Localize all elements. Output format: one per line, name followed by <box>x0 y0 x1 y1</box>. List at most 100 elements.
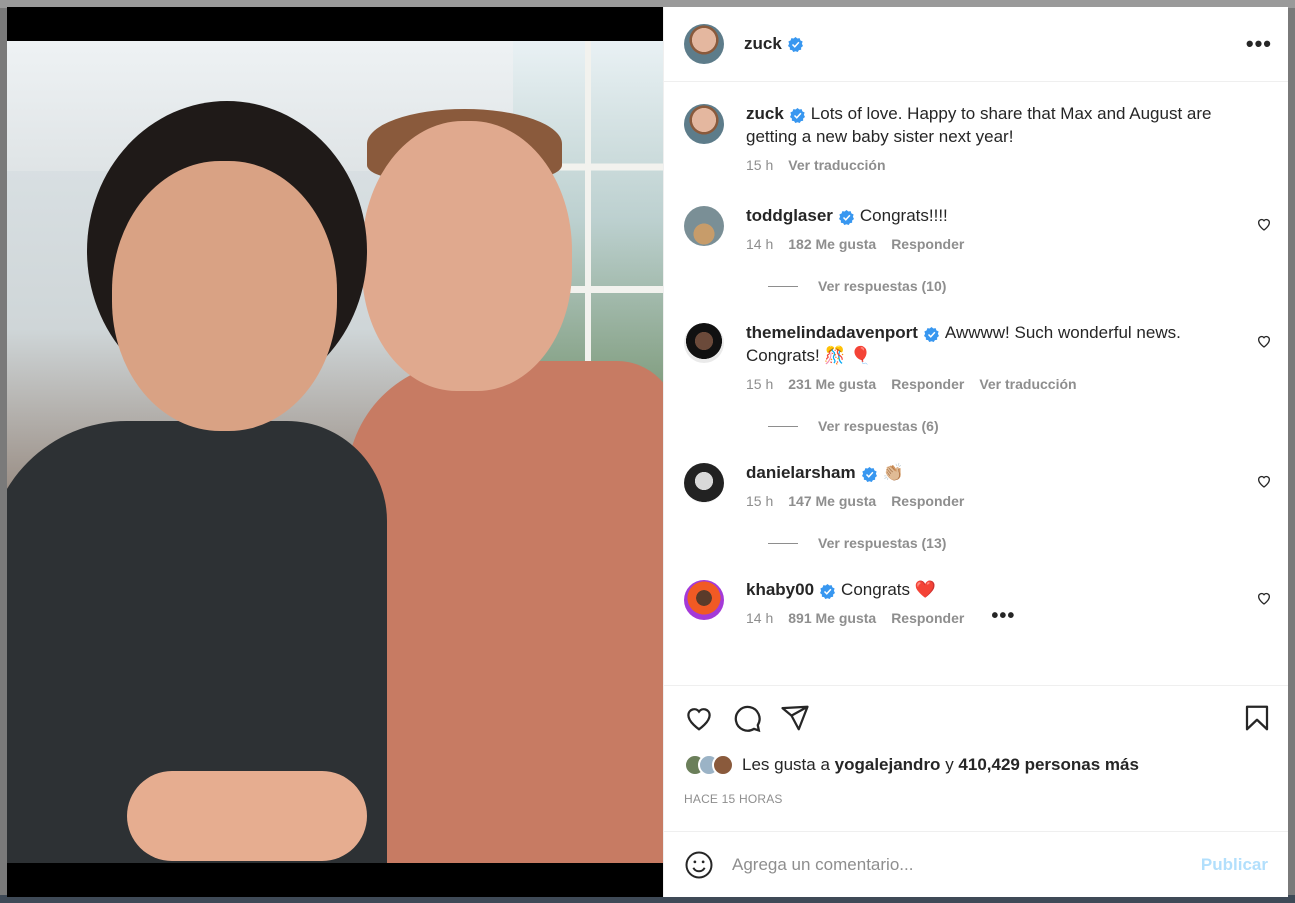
caption-text: Lots of love. Happy to share that Max an… <box>746 104 1212 146</box>
view-replies-button[interactable]: Ver respuestas (13) <box>768 535 1272 551</box>
view-replies-label: Ver respuestas (13) <box>818 535 947 551</box>
comment-meta: 14 h 182 Me gusta Responder <box>746 236 1242 252</box>
comment-meta: 14 h 891 Me gusta Responder ••• <box>746 606 1242 626</box>
replies-divider <box>768 285 798 287</box>
comment-meta: 15 h 147 Me gusta Responder <box>746 493 1242 509</box>
view-replies-button[interactable]: Ver respuestas (10) <box>768 278 1272 294</box>
verified-badge-icon <box>923 327 939 343</box>
liker-avatar <box>712 754 734 776</box>
caption-text-wrap: zuck Lots of love. Happy to share that Ma… <box>746 102 1242 148</box>
comment-like-heart-icon[interactable] <box>1256 473 1272 489</box>
photo-man-face <box>362 121 572 391</box>
comment-reply-button[interactable]: Responder <box>891 236 964 252</box>
comment-username[interactable]: themelindadavenport <box>746 323 918 342</box>
author-username[interactable]: zuck <box>744 34 782 54</box>
photo-hand <box>127 771 367 861</box>
caption-avatar[interactable] <box>684 104 724 144</box>
photo-woman-face <box>112 161 337 431</box>
likes-connector: y <box>945 755 954 774</box>
caption-row: zuck Lots of love. Happy to share that Ma… <box>684 102 1272 173</box>
comment-input[interactable] <box>732 854 1201 875</box>
verified-badge-icon <box>861 467 877 483</box>
emoji-icon[interactable] <box>684 850 714 880</box>
comment-username[interactable]: danielarsham <box>746 463 856 482</box>
comment-reply-button[interactable]: Responder <box>891 493 964 509</box>
post-header: zuck ••• <box>664 7 1288 82</box>
comment-text-wrap: khaby00 Congrats ❤️ <box>746 578 1242 601</box>
view-replies-label: Ver respuestas (6) <box>818 418 939 434</box>
caption-username[interactable]: zuck <box>746 104 784 123</box>
comment-row: toddglaser Congrats!!!! 14 h 182 Me gusta… <box>684 204 1272 252</box>
comment-like-heart-icon[interactable] <box>1256 333 1272 349</box>
melinda-avatar[interactable] <box>684 323 724 363</box>
comment-likes-link[interactable]: 891 Me gusta <box>788 610 876 626</box>
comment-time[interactable]: 14 h <box>746 236 773 252</box>
comment-row: themelindadavenport Awwww! Such wonderful… <box>684 321 1272 392</box>
likes-others[interactable]: 410,429 personas más <box>958 755 1139 775</box>
post-media <box>7 7 663 897</box>
heart-icon[interactable] <box>684 703 714 733</box>
comment-content: danielarsham 👏🏼 15 h 147 Me gusta Respond… <box>746 461 1272 509</box>
caption-meta: 15 h Ver traducción <box>746 157 1242 173</box>
comment-content: toddglaser Congrats!!!! 14 h 182 Me gusta… <box>746 204 1272 252</box>
comment-row: khaby00 Congrats ❤️ 14 h 891 Me gusta Res… <box>684 578 1272 626</box>
comment-likes-link[interactable]: 182 Me gusta <box>788 236 876 252</box>
post-modal: zuck ••• zuck Lots of love. Happy to shar… <box>7 7 1288 897</box>
view-replies-label: Ver respuestas (10) <box>818 278 947 294</box>
author-avatar[interactable] <box>684 24 724 64</box>
khaby-avatar[interactable] <box>684 580 724 620</box>
verified-badge-icon <box>789 108 805 124</box>
caption-content: zuck Lots of love. Happy to share that Ma… <box>746 102 1272 173</box>
post-timestamp[interactable]: HACE 15 HORAS <box>684 792 1272 806</box>
action-icons-bar <box>684 702 1272 734</box>
publish-button[interactable]: Publicar <box>1201 855 1268 875</box>
verified-badge-icon <box>787 36 803 52</box>
comment-reply-button[interactable]: Responder <box>891 610 964 626</box>
comment-username[interactable]: toddglaser <box>746 206 833 225</box>
author-name-wrap: zuck <box>744 34 803 54</box>
comment-icon[interactable] <box>732 703 762 733</box>
comment-likes-link[interactable]: 147 Me gusta <box>788 493 876 509</box>
caption-translate-link[interactable]: Ver traducción <box>788 157 885 173</box>
bookmark-icon[interactable] <box>1242 703 1272 733</box>
replies-divider <box>768 542 798 544</box>
comment-like-heart-icon[interactable] <box>1256 216 1272 232</box>
comment-text-wrap: toddglaser Congrats!!!! <box>746 204 1242 227</box>
likes-user[interactable]: yogalejandro <box>835 755 941 775</box>
comment-text: Congrats!!!! <box>859 206 948 225</box>
comment-content: khaby00 Congrats ❤️ 14 h 891 Me gusta Res… <box>746 578 1272 626</box>
share-icon[interactable] <box>780 703 810 733</box>
likes-summary[interactable]: Les gusta a yogalejandro y 410,429 perso… <box>684 754 1272 776</box>
comment-text-wrap: themelindadavenport Awwww! Such wonderful… <box>746 321 1242 367</box>
comment-translate-link[interactable]: Ver traducción <box>979 376 1076 392</box>
comment-username[interactable]: khaby00 <box>746 580 814 599</box>
comments-list: zuck Lots of love. Happy to share that Ma… <box>664 82 1288 685</box>
comment-time[interactable]: 14 h <box>746 610 773 626</box>
likes-prefix: Les gusta a <box>742 755 830 774</box>
comment-content: themelindadavenport Awwww! Such wonderful… <box>746 321 1272 392</box>
comment-like-heart-icon[interactable] <box>1256 590 1272 606</box>
comment-text: Congrats ❤️ <box>841 580 936 599</box>
more-options-button[interactable]: ••• <box>1246 33 1272 55</box>
post-photo <box>7 41 663 863</box>
comment-reply-button[interactable]: Responder <box>891 376 964 392</box>
comment-text: 👏🏼 <box>882 463 904 482</box>
replies-divider <box>768 425 798 427</box>
caption-time[interactable]: 15 h <box>746 157 773 173</box>
comment-more-options-button[interactable]: ••• <box>991 606 1015 626</box>
comment-text-wrap: danielarsham 👏🏼 <box>746 461 1242 484</box>
photo-man-hoodie <box>347 361 663 863</box>
liker-avatars <box>684 754 734 776</box>
post-actions: Les gusta a yogalejandro y 410,429 perso… <box>664 685 1288 831</box>
comment-likes-link[interactable]: 231 Me gusta <box>788 376 876 392</box>
comment-row: danielarsham 👏🏼 15 h 147 Me gusta Respond… <box>684 461 1272 509</box>
todd-avatar[interactable] <box>684 206 724 246</box>
comment-time[interactable]: 15 h <box>746 493 773 509</box>
post-side-panel: zuck ••• zuck Lots of love. Happy to shar… <box>663 7 1288 897</box>
view-replies-button[interactable]: Ver respuestas (6) <box>768 418 1272 434</box>
comment-composer: Publicar <box>664 831 1288 897</box>
daniel-avatar[interactable] <box>684 463 724 503</box>
comment-time[interactable]: 15 h <box>746 376 773 392</box>
verified-badge-icon <box>820 584 836 600</box>
comment-meta: 15 h 231 Me gusta Responder Ver traducci… <box>746 376 1242 392</box>
